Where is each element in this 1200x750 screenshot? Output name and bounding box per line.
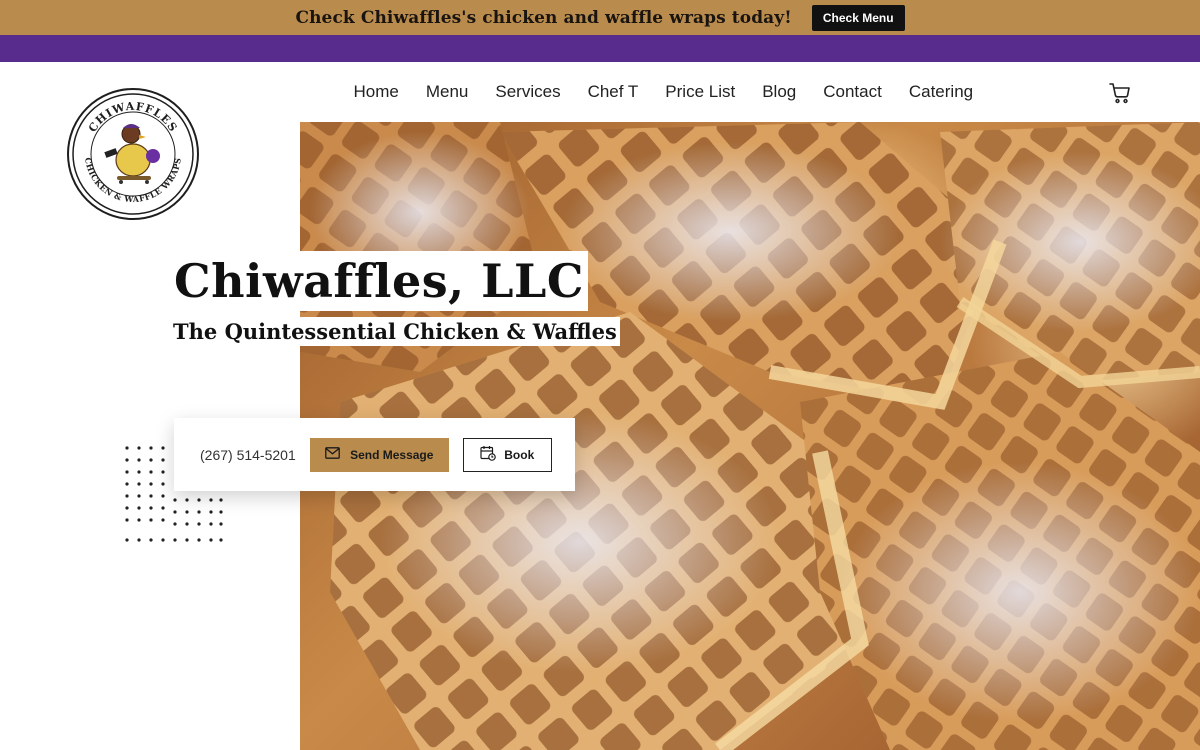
hero-subtitle: The Quintessential Chicken & Waffles (172, 317, 620, 346)
mail-icon (325, 447, 340, 462)
nav-item-catering[interactable]: Catering (895, 82, 986, 102)
promo-text: Check Chiwaffles's chicken and waffle wr… (295, 7, 792, 28)
phone-number[interactable]: (267) 514-5201 (200, 447, 296, 463)
nav-item-services[interactable]: Services (482, 82, 574, 102)
calendar-icon (480, 445, 497, 464)
main-nav: Home Menu Services Chef T Price List Blo… (340, 62, 987, 122)
chiwaffles-logo[interactable]: CHIWAFFLES CHICKEN & WAFFLE WRAPS (67, 88, 199, 220)
nav-item-chef-t[interactable]: Chef T (574, 82, 652, 102)
promo-bar: Check Chiwaffles's chicken and waffle wr… (0, 0, 1200, 35)
nav-item-home[interactable]: Home (340, 82, 412, 102)
accent-bar (0, 35, 1200, 62)
nav-item-blog[interactable]: Blog (749, 82, 810, 102)
hero-title: Chiwaffles, LLC (172, 251, 588, 311)
nav-item-menu[interactable]: Menu (412, 82, 482, 102)
book-label: Book (504, 447, 535, 462)
contact-card: (267) 514-5201 Send Message Book (174, 418, 575, 491)
nav-item-contact[interactable]: Contact (810, 82, 896, 102)
nav-item-price-list[interactable]: Price List (652, 82, 749, 102)
cart-icon[interactable] (1108, 81, 1132, 105)
page: Check Chiwaffles's chicken and waffle wr… (0, 0, 1200, 750)
send-message-label: Send Message (350, 447, 434, 462)
send-message-button[interactable]: Send Message (309, 437, 449, 472)
book-button[interactable]: Book (462, 437, 552, 472)
check-menu-button[interactable]: Check Menu (811, 4, 905, 31)
